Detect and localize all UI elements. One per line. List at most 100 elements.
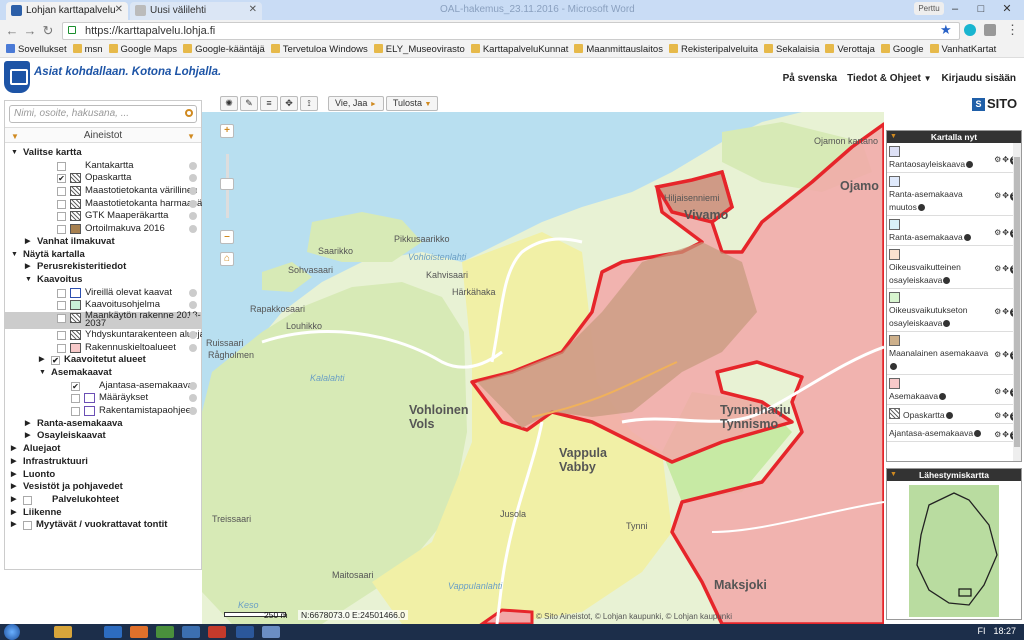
clock[interactable]: 18:27 <box>993 626 1016 636</box>
layer-tree-item[interactable]: Maastotietokanta harmaasävy <box>5 198 212 211</box>
layer-checkbox[interactable] <box>57 199 66 209</box>
close-tab-icon[interactable]: ✕ <box>249 4 257 15</box>
layer-checkbox[interactable] <box>57 343 66 353</box>
word-icon[interactable] <box>236 626 254 638</box>
layer-checkbox[interactable] <box>71 394 80 404</box>
zoom-in-button[interactable]: + <box>220 124 234 138</box>
pdf-icon[interactable] <box>208 626 226 638</box>
layer-checkbox[interactable] <box>57 330 66 340</box>
layer-tree-item[interactable]: ▶ Myytävät / vuokrattavat tontit <box>5 519 201 532</box>
info-icon[interactable] <box>963 234 971 241</box>
internet-explorer-icon[interactable] <box>104 626 122 638</box>
info-icon[interactable] <box>189 288 197 297</box>
maximize-icon[interactable]: □ <box>968 0 994 18</box>
layer-tree-item[interactable]: ▼ Kaavoitus <box>5 274 201 287</box>
browser-menu-icon[interactable]: ⋮ <box>1006 22 1019 38</box>
close-window-icon[interactable]: ✕ <box>994 0 1020 18</box>
info-icon[interactable] <box>189 161 197 170</box>
move-icon[interactable]: ✥ <box>1002 350 1010 359</box>
panel-header[interactable]: ▼ Aineistot ▼ <box>5 127 201 143</box>
layer-checkbox[interactable] <box>57 288 66 298</box>
extension-icon[interactable] <box>984 24 996 36</box>
expand-down-icon[interactable]: ▼ <box>25 274 32 287</box>
expand-down-icon[interactable]: ▼ <box>11 249 18 262</box>
bookmark-item[interactable]: Sekalaisia <box>764 42 819 57</box>
reload-icon[interactable]: ↻ <box>40 23 56 39</box>
expand-right-icon[interactable]: ▶ <box>25 418 30 431</box>
layer-checkbox[interactable] <box>23 521 32 531</box>
bookmark-item[interactable]: ELY_Museovirasto <box>373 42 465 57</box>
bookmark-star-icon[interactable]: ★ <box>940 22 952 38</box>
move-icon[interactable]: ✥ <box>1002 430 1010 439</box>
login-link[interactable]: Kirjaudu sisään <box>942 73 1016 84</box>
expand-down-icon[interactable]: ▼ <box>11 147 18 160</box>
layer-tree-item[interactable]: ✔ Opaskartta <box>5 172 201 185</box>
info-icon[interactable] <box>189 199 197 208</box>
layer-tree-item[interactable]: ▶ Liikenne <box>5 507 201 520</box>
current-layer-item[interactable]: Ranta-asemakaava⚙✥✕ <box>887 216 1021 246</box>
current-layer-item[interactable]: Opaskartta⚙✥✕ <box>887 405 1021 424</box>
layer-tree-item[interactable]: Ortoilmakuva 2016 <box>5 223 201 236</box>
layer-tree-item[interactable]: Vireillä olevat kaavat <box>5 287 201 300</box>
layer-checkbox[interactable] <box>23 495 32 505</box>
info-icon[interactable] <box>189 313 197 322</box>
overview-map[interactable] <box>909 485 999 617</box>
overview-header[interactable]: ▼ Lähestymiskartta <box>887 469 1021 481</box>
expand-right-icon[interactable]: ▶ <box>11 481 16 494</box>
app-icon[interactable] <box>262 626 280 638</box>
bookmark-item[interactable]: Google-kääntäjä <box>183 42 265 57</box>
zoom-slider-handle[interactable] <box>220 178 234 190</box>
move-icon[interactable]: ✥ <box>1002 191 1010 200</box>
layer-tree-item[interactable]: Kantakartta <box>5 160 201 173</box>
expand-right-icon[interactable]: ▶ <box>39 354 44 367</box>
layer-tree-item[interactable]: ▶ Vesistöt ja pohjavedet <box>5 481 201 494</box>
layer-tree-item[interactable]: GTK Maaperäkartta <box>5 210 201 223</box>
info-icon[interactable] <box>939 393 947 400</box>
expand-right-icon[interactable]: ▶ <box>25 261 30 274</box>
info-icon[interactable] <box>189 343 197 352</box>
info-icon[interactable] <box>917 204 925 211</box>
layer-checkbox[interactable]: ✔ <box>57 174 66 184</box>
forward-icon[interactable]: → <box>22 23 38 39</box>
layer-tree-item[interactable]: ▶ Perusrekisteritiedot <box>5 261 201 274</box>
layer-tree-item[interactable]: Määräykset <box>5 392 201 405</box>
move-icon[interactable]: ✥ <box>1002 307 1010 316</box>
map-canvas[interactable]: Vivamo Ojamo Vohloinen Vols Vappula Vabby Tynn… <box>202 112 884 624</box>
current-layer-item[interactable]: Ranta-asemakaava muutos⚙✥✕ <box>887 173 1021 216</box>
layer-tree-item[interactable]: Maastotietokanta värillinen <box>5 185 201 198</box>
language-indicator[interactable]: FI <box>977 626 985 636</box>
minimize-icon[interactable]: – <box>942 0 968 18</box>
layer-checkbox[interactable] <box>71 407 80 417</box>
info-icon[interactable] <box>943 320 951 327</box>
move-icon[interactable]: ✥ <box>1002 411 1010 420</box>
print-button[interactable]: Tulosta ▼ <box>385 96 439 111</box>
layer-tree-item[interactable]: ▼ Näytä kartalla <box>5 249 201 262</box>
info-icon[interactable] <box>189 407 197 416</box>
layer-tree-item[interactable]: Rakennuskieltoalueet <box>5 342 201 355</box>
firefox-icon[interactable] <box>130 626 148 638</box>
move-icon[interactable]: ✥ <box>1002 155 1010 164</box>
draw-tool-icon[interactable]: ✎ <box>240 96 258 111</box>
info-icon[interactable] <box>945 412 953 419</box>
expand-right-icon[interactable]: ▶ <box>11 519 16 532</box>
zoom-out-button[interactable]: – <box>220 230 234 244</box>
expand-right-icon[interactable]: ▶ <box>11 456 16 469</box>
move-icon[interactable]: ✥ <box>1002 228 1010 237</box>
layer-tree-item[interactable]: Rakentamistapaohjeet <box>5 405 201 418</box>
url-input[interactable]: https://karttapalvelu.lohja.fi <box>62 22 960 40</box>
info-icon[interactable] <box>189 301 197 310</box>
layer-tree-item[interactable]: ▼ Valitse kartta <box>5 147 201 160</box>
layer-tree-item[interactable]: ▶ Infrastruktuuri <box>5 456 201 469</box>
back-icon[interactable]: ← <box>4 23 20 39</box>
current-layer-item[interactable]: Oikeusvaikutukseton osayleiskaava⚙✥✕ <box>887 289 1021 332</box>
layer-checkbox[interactable]: ✔ <box>51 356 60 366</box>
layer-checkbox[interactable] <box>57 187 66 197</box>
info-icon[interactable] <box>189 330 197 339</box>
share-button[interactable]: Vie, Jaa ► <box>328 96 384 111</box>
bookmark-item[interactable]: Tervetuloa Windows <box>270 42 368 57</box>
bookmark-item[interactable]: KarttapalveluKunnat <box>470 42 568 57</box>
layer-checkbox[interactable]: ✔ <box>71 381 80 391</box>
current-layer-item[interactable]: Rantaosayleiskaava⚙✥✕ <box>887 143 1021 173</box>
info-icon[interactable] <box>890 363 897 370</box>
info-icon[interactable] <box>943 277 951 284</box>
